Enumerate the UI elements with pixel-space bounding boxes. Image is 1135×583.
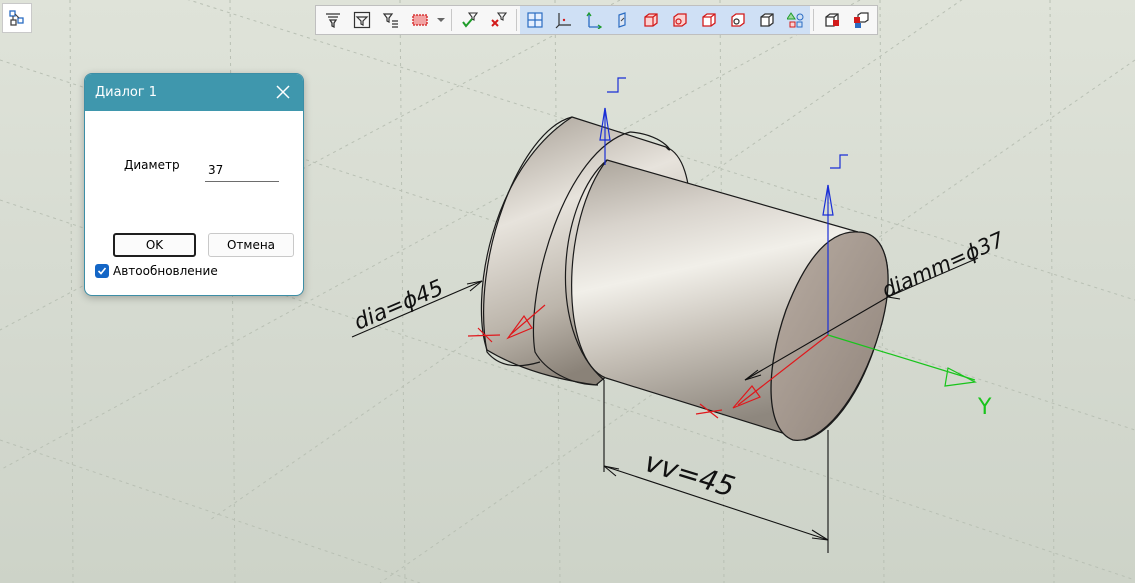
diameter-label: Диаметр	[124, 158, 180, 172]
solid-box-icon	[701, 13, 716, 27]
solid-ring-icon	[730, 13, 745, 27]
color-filter-dropdown[interactable]	[434, 6, 448, 34]
filter-window-button[interactable]	[347, 6, 376, 34]
toolbar-separator	[516, 9, 517, 31]
cancel-button[interactable]: Отмена	[208, 233, 294, 257]
shapes-icon	[786, 12, 803, 28]
shaft-cylinder	[564, 159, 889, 441]
apply-filter-icon	[461, 12, 478, 28]
dim-diamm-text: diamm=ϕ37	[878, 227, 1008, 303]
solid-red-icon	[643, 13, 658, 27]
clear-filter-button[interactable]	[484, 6, 513, 34]
filter-group	[318, 6, 448, 34]
parameter-dialog: Диалог 1 Диаметр OK Отмена Автообновлени…	[84, 73, 304, 296]
solid-box-button[interactable]	[694, 6, 723, 34]
coordinate-system-button[interactable]	[549, 6, 578, 34]
coordinate-system-icon	[555, 13, 571, 29]
checkmark-icon	[97, 267, 107, 275]
toolbar-separator	[813, 9, 814, 31]
axis-icon	[585, 11, 602, 29]
plane-icon	[617, 12, 626, 28]
filter-window-icon	[353, 11, 370, 29]
diameter-input[interactable]	[205, 158, 279, 182]
solid-cube-button[interactable]	[752, 6, 781, 34]
auto-update-row[interactable]: Автообновление	[95, 264, 218, 278]
filter-icon	[325, 13, 340, 29]
toolbar-separator	[451, 9, 452, 31]
filter-button[interactable]	[318, 6, 347, 34]
ok-button[interactable]: OK	[113, 233, 196, 257]
apply-filter-button[interactable]	[455, 6, 484, 34]
solid-hole-button[interactable]	[665, 6, 694, 34]
solid-ring-button[interactable]	[723, 6, 752, 34]
auto-update-checkbox[interactable]	[95, 264, 109, 278]
solid-cube-icon	[759, 13, 774, 27]
filter-list-icon	[382, 13, 398, 28]
tree-view-button[interactable]	[2, 3, 32, 33]
tree-nodes-icon	[9, 10, 24, 26]
dialog-title: Диалог 1	[95, 85, 158, 100]
axis-button[interactable]	[578, 6, 607, 34]
y-axis-label: Y	[977, 395, 992, 420]
dim-dia-text: dia=ϕ45	[351, 276, 448, 336]
apply-filter-group	[455, 6, 513, 34]
view-group	[520, 6, 810, 34]
body-group	[817, 6, 875, 34]
clear-filter-icon	[490, 12, 507, 27]
grid-icon	[526, 12, 543, 28]
dialog-close-button[interactable]	[275, 84, 291, 100]
color-filter-icon	[411, 14, 428, 26]
body-group-icon	[853, 12, 869, 28]
shapes-button[interactable]	[781, 6, 810, 34]
dialog-titlebar[interactable]: Диалог 1	[85, 74, 303, 111]
color-filter-button[interactable]	[405, 6, 434, 34]
3d-viewport[interactable]: Y dia=ϕ45 diamm=ϕ37 vv=45 Диалог 1 Диаме…	[0, 0, 1135, 583]
solid-red-button[interactable]	[636, 6, 665, 34]
body-icon	[824, 13, 839, 27]
grid-button[interactable]	[520, 6, 549, 34]
solid-hole-icon	[672, 13, 687, 27]
body-group-button[interactable]	[846, 6, 875, 34]
close-icon	[276, 85, 290, 99]
filter-list-button[interactable]	[376, 6, 405, 34]
top-toolbar	[315, 5, 878, 35]
body-button[interactable]	[817, 6, 846, 34]
plane-button[interactable]	[607, 6, 636, 34]
dropdown-arrow-icon	[437, 18, 445, 22]
auto-update-label: Автообновление	[113, 264, 218, 278]
